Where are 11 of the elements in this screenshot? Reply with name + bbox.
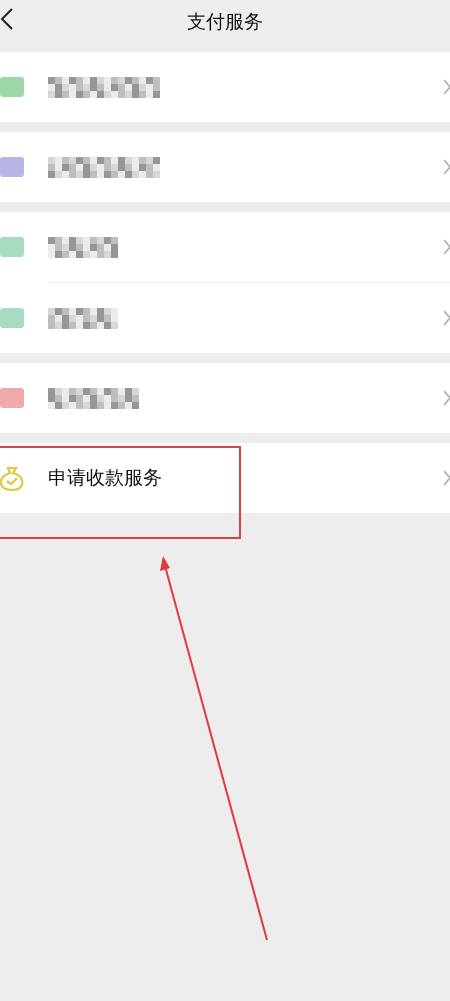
chevron-icon — [444, 159, 450, 175]
redacted-label — [48, 236, 118, 258]
item-label: 申请收款服务 — [48, 465, 162, 490]
chevron-icon — [444, 390, 450, 406]
back-icon[interactable] — [0, 8, 14, 30]
redacted-label — [48, 307, 118, 329]
page-title: 支付服务 — [187, 9, 263, 34]
chevron-icon — [444, 239, 450, 255]
chevron-icon — [444, 470, 450, 486]
chevron-icon — [444, 79, 450, 95]
chevron-icon — [444, 310, 450, 326]
